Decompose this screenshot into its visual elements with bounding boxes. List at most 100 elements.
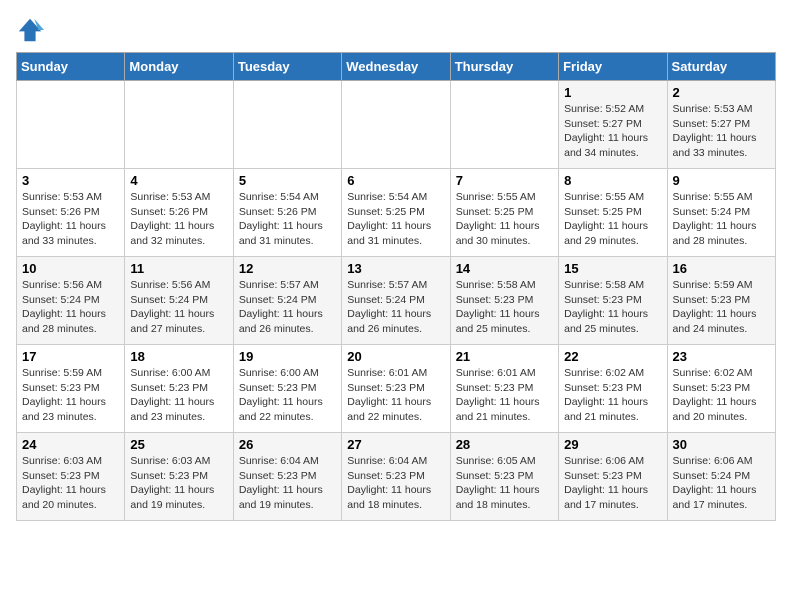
weekday-header-saturday: Saturday [667, 53, 775, 81]
day-detail: Sunrise: 6:04 AM Sunset: 5:23 PM Dayligh… [347, 454, 444, 513]
calendar-cell: 23 Sunrise: 6:02 AM Sunset: 5:23 PM Dayli… [667, 345, 775, 433]
calendar-cell: 12 Sunrise: 5:57 AM Sunset: 5:24 PM Dayli… [233, 257, 341, 345]
calendar-cell: 13 Sunrise: 5:57 AM Sunset: 5:24 PM Dayli… [342, 257, 450, 345]
day-number: 6 [347, 173, 444, 188]
calendar-cell: 27 Sunrise: 6:04 AM Sunset: 5:23 PM Dayli… [342, 433, 450, 521]
day-number: 8 [564, 173, 661, 188]
weekday-header-tuesday: Tuesday [233, 53, 341, 81]
day-number: 16 [673, 261, 770, 276]
day-detail: Sunrise: 5:56 AM Sunset: 5:24 PM Dayligh… [130, 278, 227, 337]
day-number: 20 [347, 349, 444, 364]
day-detail: Sunrise: 5:55 AM Sunset: 5:25 PM Dayligh… [456, 190, 553, 249]
day-number: 7 [456, 173, 553, 188]
day-detail: Sunrise: 5:55 AM Sunset: 5:24 PM Dayligh… [673, 190, 770, 249]
calendar-cell [233, 81, 341, 169]
day-number: 11 [130, 261, 227, 276]
week-row-1: 1Sunrise: 5:52 AM Sunset: 5:27 PM Daylig… [17, 81, 776, 169]
day-number: 14 [456, 261, 553, 276]
day-number: 10 [22, 261, 119, 276]
day-number: 13 [347, 261, 444, 276]
calendar-cell: 21 Sunrise: 6:01 AM Sunset: 5:23 PM Dayli… [450, 345, 558, 433]
day-number: 15 [564, 261, 661, 276]
day-number: 19 [239, 349, 336, 364]
day-number: 5 [239, 173, 336, 188]
day-detail: Sunrise: 5:53 AM Sunset: 5:26 PM Dayligh… [130, 190, 227, 249]
day-detail: Sunrise: 5:56 AM Sunset: 5:24 PM Dayligh… [22, 278, 119, 337]
day-detail: Sunrise: 6:06 AM Sunset: 5:23 PM Dayligh… [564, 454, 661, 513]
calendar-cell [17, 81, 125, 169]
calendar-cell: 14 Sunrise: 5:58 AM Sunset: 5:23 PM Dayli… [450, 257, 558, 345]
day-number: 24 [22, 437, 119, 452]
calendar-cell: 5 Sunrise: 5:54 AM Sunset: 5:26 PM Daylig… [233, 169, 341, 257]
calendar-cell: 1Sunrise: 5:52 AM Sunset: 5:27 PM Daylig… [559, 81, 667, 169]
day-detail: Sunrise: 6:00 AM Sunset: 5:23 PM Dayligh… [130, 366, 227, 425]
calendar-cell: 9 Sunrise: 5:55 AM Sunset: 5:24 PM Daylig… [667, 169, 775, 257]
calendar-cell: 22Sunrise: 6:02 AM Sunset: 5:23 PM Dayli… [559, 345, 667, 433]
calendar-cell: 8 Sunrise: 5:55 AM Sunset: 5:25 PM Daylig… [559, 169, 667, 257]
calendar-cell: 16 Sunrise: 5:59 AM Sunset: 5:23 PM Dayli… [667, 257, 775, 345]
day-detail: Sunrise: 6:02 AM Sunset: 5:23 PM Dayligh… [564, 366, 661, 425]
day-detail: Sunrise: 6:03 AM Sunset: 5:23 PM Dayligh… [130, 454, 227, 513]
day-detail: Sunrise: 5:58 AM Sunset: 5:23 PM Dayligh… [456, 278, 553, 337]
day-detail: Sunrise: 5:57 AM Sunset: 5:24 PM Dayligh… [239, 278, 336, 337]
logo-icon [16, 16, 44, 44]
calendar-cell: 18 Sunrise: 6:00 AM Sunset: 5:23 PM Dayli… [125, 345, 233, 433]
day-number: 3 [22, 173, 119, 188]
day-detail: Sunrise: 5:55 AM Sunset: 5:25 PM Dayligh… [564, 190, 661, 249]
calendar-cell: 17Sunrise: 5:59 AM Sunset: 5:23 PM Dayli… [17, 345, 125, 433]
calendar-cell: 20 Sunrise: 6:01 AM Sunset: 5:23 PM Dayli… [342, 345, 450, 433]
day-number: 23 [673, 349, 770, 364]
day-detail: Sunrise: 5:57 AM Sunset: 5:24 PM Dayligh… [347, 278, 444, 337]
day-number: 4 [130, 173, 227, 188]
day-detail: Sunrise: 5:54 AM Sunset: 5:25 PM Dayligh… [347, 190, 444, 249]
calendar-cell: 3 Sunrise: 5:53 AM Sunset: 5:26 PM Daylig… [17, 169, 125, 257]
day-detail: Sunrise: 5:59 AM Sunset: 5:23 PM Dayligh… [673, 278, 770, 337]
calendar-cell: 11 Sunrise: 5:56 AM Sunset: 5:24 PM Dayli… [125, 257, 233, 345]
weekday-header-wednesday: Wednesday [342, 53, 450, 81]
calendar-cell: 29 Sunrise: 6:06 AM Sunset: 5:23 PM Dayli… [559, 433, 667, 521]
weekday-header-thursday: Thursday [450, 53, 558, 81]
weekday-header-row: SundayMondayTuesdayWednesdayThursdayFrid… [17, 53, 776, 81]
calendar-cell: 6 Sunrise: 5:54 AM Sunset: 5:25 PM Daylig… [342, 169, 450, 257]
day-number: 30 [673, 437, 770, 452]
day-detail: Sunrise: 5:53 AM Sunset: 5:27 PM Dayligh… [673, 102, 770, 161]
calendar-cell: 28 Sunrise: 6:05 AM Sunset: 5:23 PM Dayli… [450, 433, 558, 521]
calendar-cell [342, 81, 450, 169]
weekday-header-friday: Friday [559, 53, 667, 81]
day-number: 27 [347, 437, 444, 452]
week-row-5: 24 Sunrise: 6:03 AM Sunset: 5:23 PM Dayli… [17, 433, 776, 521]
week-row-4: 17Sunrise: 5:59 AM Sunset: 5:23 PM Dayli… [17, 345, 776, 433]
calendar-cell: 19 Sunrise: 6:00 AM Sunset: 5:23 PM Dayli… [233, 345, 341, 433]
day-number: 25 [130, 437, 227, 452]
day-detail: Sunrise: 5:58 AM Sunset: 5:23 PM Dayligh… [564, 278, 661, 337]
day-detail: Sunrise: 6:00 AM Sunset: 5:23 PM Dayligh… [239, 366, 336, 425]
day-number: 26 [239, 437, 336, 452]
day-number: 12 [239, 261, 336, 276]
calendar-cell: 26Sunrise: 6:04 AM Sunset: 5:23 PM Dayli… [233, 433, 341, 521]
calendar-cell: 24Sunrise: 6:03 AM Sunset: 5:23 PM Dayli… [17, 433, 125, 521]
calendar-cell: 2 Sunrise: 5:53 AM Sunset: 5:27 PM Daylig… [667, 81, 775, 169]
day-number: 21 [456, 349, 553, 364]
day-number: 18 [130, 349, 227, 364]
day-number: 9 [673, 173, 770, 188]
week-row-3: 10 Sunrise: 5:56 AM Sunset: 5:24 PM Dayli… [17, 257, 776, 345]
calendar-cell [125, 81, 233, 169]
calendar-table: SundayMondayTuesdayWednesdayThursdayFrid… [16, 52, 776, 521]
day-number: 29 [564, 437, 661, 452]
day-detail: Sunrise: 5:54 AM Sunset: 5:26 PM Dayligh… [239, 190, 336, 249]
calendar-cell: 30 Sunrise: 6:06 AM Sunset: 5:24 PM Dayli… [667, 433, 775, 521]
day-detail: Sunrise: 5:53 AM Sunset: 5:26 PM Dayligh… [22, 190, 119, 249]
day-detail: Sunrise: 5:52 AM Sunset: 5:27 PM Dayligh… [564, 102, 661, 161]
day-detail: Sunrise: 6:01 AM Sunset: 5:23 PM Dayligh… [347, 366, 444, 425]
page-header [16, 16, 776, 44]
week-row-2: 3 Sunrise: 5:53 AM Sunset: 5:26 PM Daylig… [17, 169, 776, 257]
logo [16, 16, 48, 44]
weekday-header-monday: Monday [125, 53, 233, 81]
day-detail: Sunrise: 6:06 AM Sunset: 5:24 PM Dayligh… [673, 454, 770, 513]
day-detail: Sunrise: 6:05 AM Sunset: 5:23 PM Dayligh… [456, 454, 553, 513]
day-number: 28 [456, 437, 553, 452]
day-detail: Sunrise: 6:01 AM Sunset: 5:23 PM Dayligh… [456, 366, 553, 425]
calendar-cell: 15 Sunrise: 5:58 AM Sunset: 5:23 PM Dayli… [559, 257, 667, 345]
day-number: 2 [673, 85, 770, 100]
day-detail: Sunrise: 6:02 AM Sunset: 5:23 PM Dayligh… [673, 366, 770, 425]
